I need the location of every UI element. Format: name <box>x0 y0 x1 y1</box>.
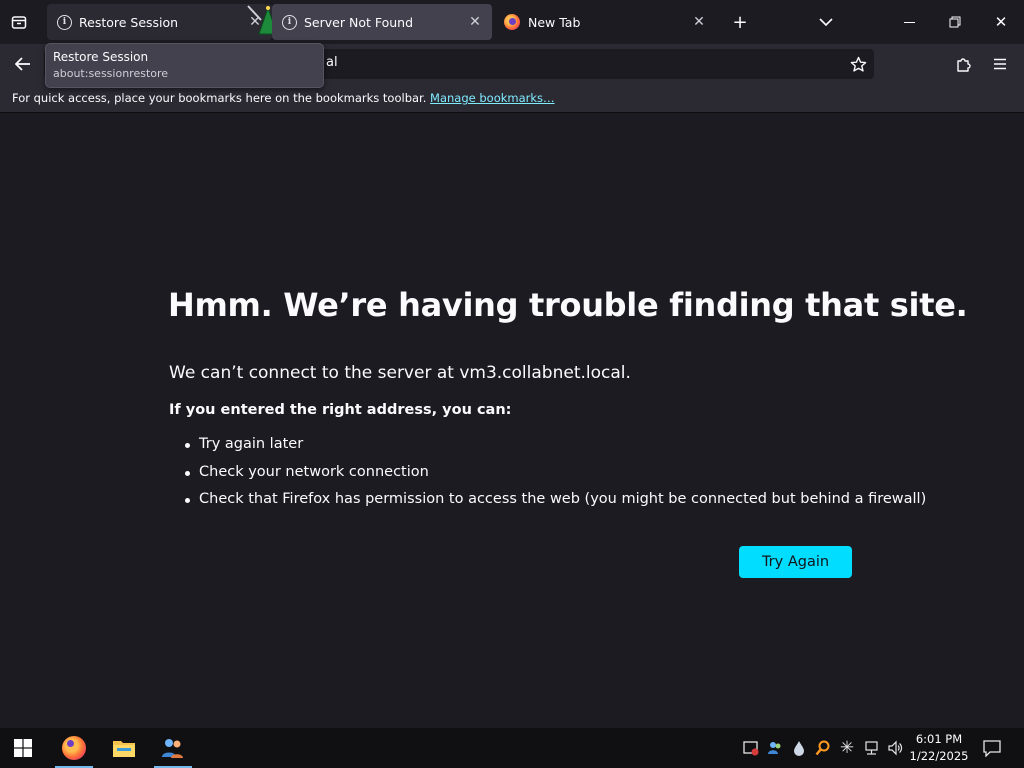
new-tab-button[interactable]: + <box>727 9 753 35</box>
tray-asterisk-icon[interactable]: ✳ <box>838 738 856 758</box>
clock-time: 6:01 PM <box>915 732 963 746</box>
info-icon: i <box>282 14 297 30</box>
minimize-button[interactable] <box>886 0 932 44</box>
chevron-down-icon <box>819 18 833 27</box>
puzzle-icon <box>957 58 971 72</box>
error-description: We can’t connect to the server at vm3.co… <box>169 363 631 383</box>
firefox-view-icon <box>11 16 27 29</box>
water-drop-icon <box>794 741 804 756</box>
bookmark-page-button[interactable] <box>843 49 873 79</box>
notification-icon <box>983 740 1001 757</box>
restore-icon <box>949 16 961 28</box>
tray-security-icon[interactable] <box>742 739 760 757</box>
error-subheading: If you entered the right address, you ca… <box>169 402 512 418</box>
manage-bookmarks-link[interactable]: Manage bookmarks… <box>430 91 555 105</box>
taskbar-clock[interactable]: 6:01 PM 1/22/2025 <box>905 731 973 765</box>
users-icon <box>768 742 781 754</box>
file-explorer-icon <box>113 741 135 757</box>
asterisk-icon: ✳ <box>839 738 855 758</box>
close-window-button[interactable]: ✕ <box>978 0 1024 44</box>
close-tab-icon[interactable]: ✕ <box>690 13 708 31</box>
suggestion-list: Try again later Check your network conne… <box>185 436 926 519</box>
firefox-icon <box>504 14 520 30</box>
tray-people-icon[interactable] <box>766 739 784 757</box>
tab-server-not-found[interactable]: i Server Not Found ✕ <box>272 4 492 40</box>
suggestion-item: Check that Firefox has permission to acc… <box>185 491 926 519</box>
tab-label: Restore Session <box>79 14 179 30</box>
plus-icon: + <box>732 11 748 33</box>
star-icon <box>850 56 866 72</box>
url-text: al <box>326 55 338 70</box>
start-button[interactable] <box>2 728 44 768</box>
tray-network-icon[interactable] <box>862 739 880 757</box>
tab-label: New Tab <box>528 14 581 30</box>
arrow-left-icon <box>15 57 30 71</box>
network-icon <box>865 741 878 755</box>
speaker-icon <box>888 740 903 756</box>
suggestion-item: Try again later <box>185 436 926 464</box>
taskbar-app-firefox[interactable] <box>53 728 95 768</box>
action-center-button[interactable] <box>982 738 1002 758</box>
people-icon <box>162 739 183 758</box>
app-menu-button[interactable] <box>985 49 1015 79</box>
restore-button[interactable] <box>932 0 978 44</box>
back-button[interactable] <box>8 49 38 79</box>
taskbar-app-file-explorer[interactable] <box>103 728 145 768</box>
shield-alert-icon <box>743 741 759 756</box>
tray-drop-icon[interactable] <box>790 739 808 757</box>
clock-date: 1/22/2025 <box>909 749 969 763</box>
list-all-tabs-button[interactable] <box>813 9 839 35</box>
tab-tooltip: Restore Session about:sessionrestore <box>45 43 324 88</box>
tray-search-app-icon[interactable] <box>814 739 832 757</box>
info-icon: i <box>57 14 72 30</box>
bookmarks-toolbar-message: For quick access, place your bookmarks h… <box>12 91 427 105</box>
taskbar-app-people[interactable] <box>152 728 194 768</box>
minimize-icon <box>903 21 915 23</box>
close-icon: ✕ <box>994 13 1008 31</box>
tab-strip: i Restore Session ✕ i Server Not Found ✕… <box>0 0 1024 44</box>
tooltip-title: Restore Session <box>53 50 149 64</box>
firefox-icon <box>62 736 86 760</box>
try-again-button[interactable]: Try Again <box>739 546 852 578</box>
tab-new-tab[interactable]: New Tab ✕ <box>494 4 716 40</box>
tray-volume-icon[interactable] <box>886 739 904 757</box>
tab-restore-session[interactable]: i Restore Session ✕ <box>47 4 272 40</box>
suggestion-item: Check your network connection <box>185 464 926 492</box>
magnifier-icon <box>815 740 830 756</box>
tab-label: Server Not Found <box>304 14 414 30</box>
firefox-view-button[interactable] <box>6 9 32 35</box>
tooltip-subtitle: about:sessionrestore <box>53 67 169 80</box>
bookmarks-toolbar: For quick access, place your bookmarks h… <box>0 84 1024 113</box>
extensions-button[interactable] <box>949 49 979 79</box>
error-title: Hmm. We’re having trouble finding that s… <box>168 286 968 324</box>
hamburger-icon <box>994 58 1006 70</box>
taskbar: ✳ 6:01 PM 1/22/2025 <box>0 728 1024 768</box>
windows-icon <box>14 739 32 757</box>
page-content: Hmm. We’re having trouble finding that s… <box>0 113 1024 728</box>
close-tab-icon[interactable]: ✕ <box>466 13 484 31</box>
